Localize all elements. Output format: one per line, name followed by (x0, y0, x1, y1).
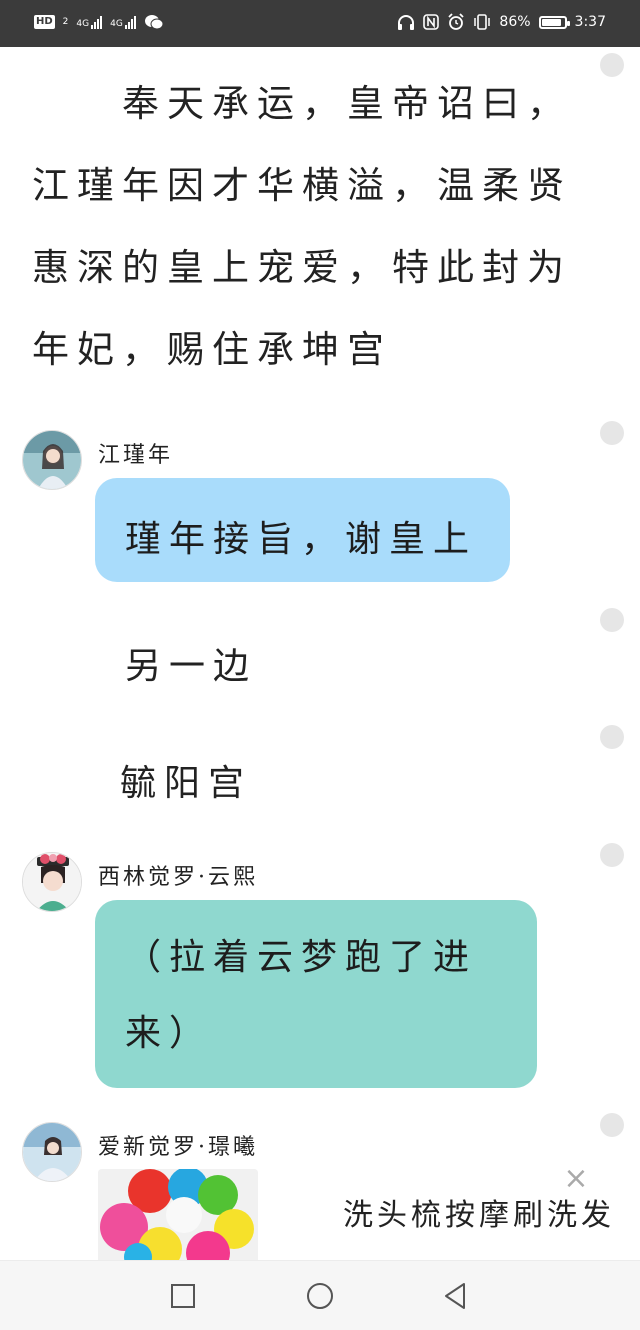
avatar-image (23, 1123, 81, 1181)
close-icon[interactable]: × (562, 1164, 590, 1194)
chat-content[interactable]: 奉天承运，皇帝诏曰， 江瑾年因才华横溢，温柔贤 惠深的皇上宠爱，特此封为 年妃，… (0, 47, 640, 1260)
hd-badge: HD (34, 15, 55, 29)
message-text: 瑾年接旨，谢皇上 (125, 519, 478, 560)
scene-text: 毓阳宫 (120, 763, 253, 804)
speaker-name: 爱新觉罗·璟曦 (98, 1135, 258, 1160)
ad-product-image (98, 1169, 258, 1260)
battery-fill (541, 18, 561, 26)
message-select-dot[interactable] (600, 608, 624, 632)
narration-line: 惠深的皇上宠爱，特此封为 (32, 246, 572, 289)
home-icon[interactable] (305, 1281, 335, 1311)
narration-block: 奉天承运，皇帝诏曰， 江瑾年因才华横溢，温柔贤 惠深的皇上宠爱，特此封为 年妃，… (32, 63, 572, 391)
clock: 3:37 (574, 14, 606, 30)
narration-line: 江瑾年因才华横溢，温柔贤 (32, 164, 572, 207)
recent-apps-icon[interactable] (168, 1281, 198, 1311)
signal-1: 4G (76, 15, 103, 29)
speaker-name: 江瑾年 (98, 443, 174, 468)
sim-slot: 2 (62, 16, 69, 27)
message-select-dot[interactable] (600, 53, 624, 77)
message-text-line: 来） (125, 1013, 214, 1054)
headphones-icon (398, 15, 415, 30)
scene-text: 另一边 (125, 646, 258, 687)
avatar[interactable] (22, 1122, 82, 1182)
avatar[interactable] (22, 430, 82, 490)
message-bubble[interactable]: 瑾年接旨，谢皇上 (95, 478, 510, 582)
message-select-dot[interactable] (600, 421, 624, 445)
message-text-line: （拉着云梦跑了进 (125, 937, 478, 978)
ad-subtitle-faded (343, 1245, 633, 1257)
system-nav-bar (0, 1260, 640, 1330)
alarm-icon (448, 13, 465, 30)
network-type-1: 4G (76, 19, 90, 29)
ad-image[interactable] (98, 1169, 258, 1260)
signal-icon (124, 15, 136, 29)
signal-icon (91, 15, 103, 29)
speaker-name: 西林觉罗·云熙 (98, 865, 258, 890)
battery-percent: 86% (499, 14, 531, 30)
status-right: 86% 3:37 (397, 13, 606, 31)
back-icon[interactable] (440, 1281, 470, 1311)
narration-line: 年妃，赐住承坤宫 (32, 328, 392, 371)
message-select-dot[interactable] (600, 843, 624, 867)
avatar-image (23, 431, 81, 489)
battery-icon (538, 15, 570, 29)
nfc-icon (423, 14, 440, 30)
network-type-2: 4G (110, 19, 123, 29)
status-left: HD 2 4G 4G (34, 14, 164, 30)
signal-2: 4G (110, 15, 136, 29)
vibrate-icon (474, 14, 491, 30)
message-bubble[interactable]: （拉着云梦跑了进 来） (95, 900, 537, 1088)
wechat-icon (144, 15, 164, 30)
status-bar: HD 2 4G 4G 86% 3:37 (0, 0, 640, 47)
avatar[interactable] (22, 852, 82, 912)
narration-line: 奉天承运，皇帝诏曰， (122, 82, 572, 125)
ad-title[interactable]: 洗头梳按摩刷洗发 (343, 1190, 640, 1234)
message-select-dot[interactable] (600, 1113, 624, 1137)
avatar-image (23, 853, 81, 911)
message-select-dot[interactable] (600, 725, 624, 749)
